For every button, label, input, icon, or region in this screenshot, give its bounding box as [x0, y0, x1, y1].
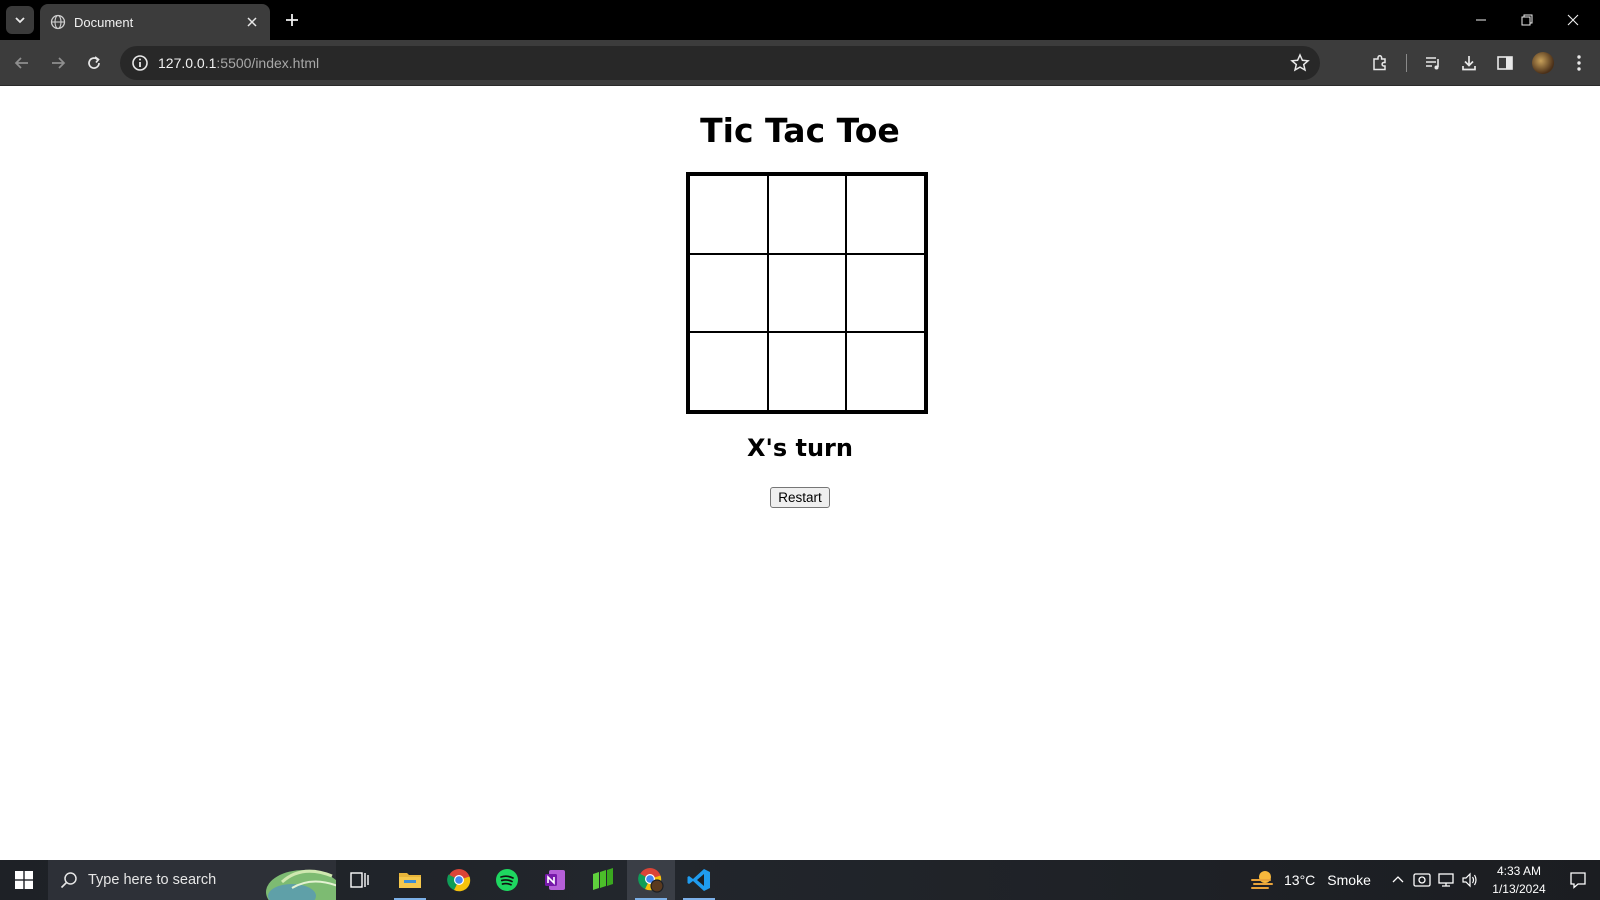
windows-taskbar: Type here to search 13°C Smoke 4:33 AM 1…: [0, 860, 1600, 900]
tray-app-button[interactable]: [1410, 860, 1434, 900]
reload-icon: [88, 56, 100, 69]
board-cell-7[interactable]: [689, 332, 768, 411]
download-icon: [1462, 56, 1476, 71]
url-path: :5500/index.html: [216, 55, 320, 71]
game-board: [686, 172, 928, 414]
board-cell-4[interactable]: [689, 253, 768, 333]
url-host: 127.0.0.1: [158, 55, 217, 71]
taskbar-chrome[interactable]: [435, 860, 483, 900]
taskbar-file-explorer[interactable]: [386, 860, 434, 900]
tab-document[interactable]: Document: [40, 4, 270, 40]
taskbar-vscode[interactable]: [675, 860, 723, 900]
weather-condition: Smoke: [1327, 872, 1371, 888]
network-button[interactable]: [1434, 860, 1458, 900]
tab-close-button[interactable]: [244, 14, 260, 30]
forward-arrow-icon: [52, 57, 66, 69]
taskbar-onenote[interactable]: [531, 860, 579, 900]
notification-icon: [1569, 872, 1586, 889]
restart-button[interactable]: Restart: [770, 487, 830, 508]
window-close-button[interactable]: [1550, 0, 1596, 40]
media-control-icon: [1426, 57, 1439, 70]
puzzle-icon: [1373, 54, 1386, 71]
clock-time: 4:33 AM: [1496, 864, 1542, 878]
volume-icon: [1462, 872, 1477, 888]
taskbar-spotify[interactable]: [483, 860, 531, 900]
web-page: Tic Tac Toe X's turn Restart: [0, 87, 1600, 860]
search-highlight-illustration: [266, 869, 336, 900]
chrome-profile-icon: [638, 868, 664, 893]
kebab-menu-icon: [1577, 55, 1581, 71]
vscode-icon: [687, 869, 710, 891]
search-icon: [60, 872, 77, 889]
chevron-up-icon: [1392, 876, 1404, 883]
windows-logo-icon: [15, 871, 33, 889]
search-placeholder: Type here to search: [88, 872, 217, 888]
back-arrow-icon: [14, 57, 28, 69]
minimize-button[interactable]: [1458, 0, 1504, 40]
board-cell-6[interactable]: [846, 253, 925, 333]
task-view-button[interactable]: [336, 860, 384, 900]
globe-icon: [50, 14, 66, 30]
tab-title: Document: [74, 14, 134, 30]
close-icon: [1567, 14, 1579, 26]
media-control-button[interactable]: [1419, 49, 1447, 77]
weather-temperature: 13°C: [1284, 872, 1316, 888]
reload-button[interactable]: [80, 49, 108, 77]
browser-toolbar: 127.0.0.1:5500/index.html: [0, 40, 1600, 86]
restore-button[interactable]: [1504, 0, 1550, 40]
weather-icon: [1251, 871, 1273, 889]
toolbar-divider: [1406, 54, 1407, 72]
taskbar-chrome-profile[interactable]: [627, 860, 675, 900]
restart-container: Restart: [0, 487, 1600, 508]
turn-status: X's turn: [747, 434, 853, 462]
chrome-icon: [447, 869, 471, 892]
chevron-down-icon: [15, 17, 25, 24]
weather-widget[interactable]: 13°C Smoke: [1250, 860, 1371, 900]
game-title: Tic Tac Toe: [700, 111, 900, 150]
spotify-icon: [496, 869, 518, 891]
restore-icon: [1521, 14, 1533, 26]
tab-search-button[interactable]: [6, 6, 34, 34]
notifications-button[interactable]: [1555, 860, 1600, 900]
star-icon[interactable]: [1290, 53, 1310, 73]
tray-app-icon: [1413, 873, 1431, 887]
board-cell-9[interactable]: [846, 332, 925, 411]
folder-icon: [399, 873, 421, 888]
url-text: 127.0.0.1:5500/index.html: [158, 55, 319, 71]
task-view-icon: [350, 872, 369, 888]
tray-overflow-button[interactable]: [1386, 860, 1410, 900]
browser-menu-button[interactable]: [1565, 49, 1593, 77]
clock-date: 1/13/2024: [1492, 882, 1546, 896]
start-button[interactable]: [0, 860, 48, 900]
side-panel-icon: [1497, 56, 1513, 70]
taskbar-green-app[interactable]: [579, 860, 627, 900]
board-cell-8[interactable]: [767, 332, 847, 411]
board-cell-1[interactable]: [689, 175, 768, 254]
taskbar-search-box[interactable]: Type here to search: [48, 860, 336, 900]
downloads-button[interactable]: [1455, 49, 1483, 77]
address-bar[interactable]: 127.0.0.1:5500/index.html: [120, 46, 1320, 80]
new-tab-button[interactable]: [281, 9, 303, 31]
extensions-button[interactable]: [1366, 49, 1394, 77]
close-icon: [247, 17, 257, 27]
back-button[interactable]: [8, 49, 36, 77]
profile-avatar[interactable]: [1532, 52, 1554, 74]
info-icon[interactable]: [130, 53, 150, 73]
browser-tabbar: Document: [0, 0, 1600, 40]
board-cell-5[interactable]: [767, 253, 847, 333]
forward-button[interactable]: [44, 49, 72, 77]
plus-icon: [286, 14, 298, 26]
board-cell-2[interactable]: [767, 175, 847, 254]
side-panel-button[interactable]: [1491, 49, 1519, 77]
onenote-icon: [545, 870, 565, 890]
green-app-icon: [593, 868, 613, 890]
minimize-icon: [1476, 19, 1486, 21]
network-icon: [1438, 873, 1454, 887]
system-clock[interactable]: 4:33 AM 1/13/2024: [1478, 862, 1560, 898]
board-cell-3[interactable]: [846, 175, 925, 254]
